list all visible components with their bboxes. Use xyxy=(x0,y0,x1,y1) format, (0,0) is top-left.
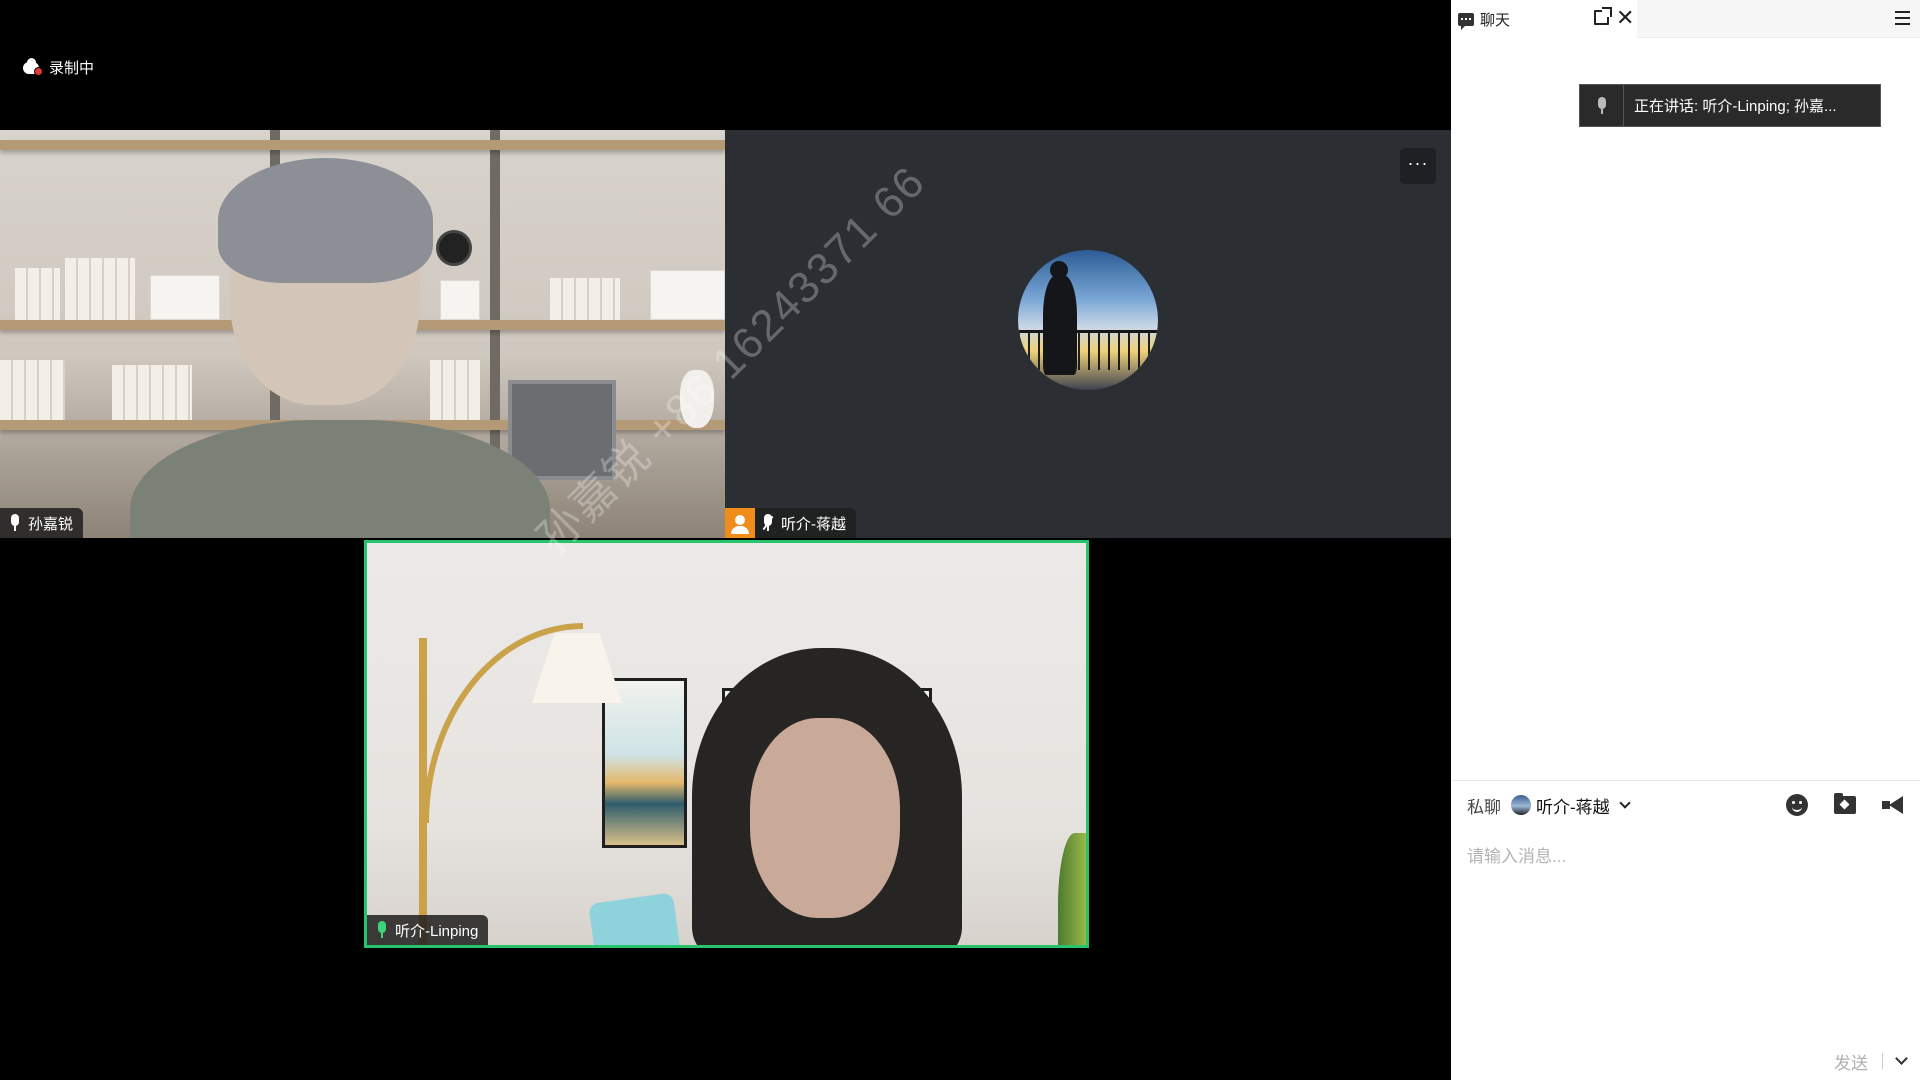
microphone-icon xyxy=(1595,96,1609,115)
vase xyxy=(680,370,714,428)
participant-name-label: 听介-蒋越 xyxy=(725,508,856,538)
private-chat-label: 私聊 xyxy=(1467,797,1501,817)
message-input[interactable] xyxy=(1451,829,1920,867)
participant-name: 听介-Linping xyxy=(395,922,479,940)
send-options-chevron-icon[interactable] xyxy=(1895,1052,1908,1065)
participant-name: 孙嘉锐 xyxy=(28,515,74,533)
camera-feed xyxy=(367,543,1086,945)
participant-name-label: 听介-Linping xyxy=(367,915,489,945)
send-row: 发送 xyxy=(1834,1046,1908,1076)
close-icon[interactable]: ✕ xyxy=(1616,5,1634,31)
cloud-record-icon xyxy=(23,57,43,76)
more-options-button[interactable]: ··· xyxy=(1400,148,1436,184)
emoji-icon[interactable] xyxy=(1786,794,1808,816)
chat-message-list xyxy=(1451,38,1920,780)
popout-icon[interactable] xyxy=(1594,7,1612,25)
video-tile-1[interactable]: 孙嘉锐 xyxy=(0,130,725,538)
chat-panel: 聊天 ✕ 正在讲话: 听介-Linping; 孙嘉... 私聊 听介-蒋越 请输… xyxy=(1451,0,1920,1080)
compose-toolbar: 私聊 听介-蒋越 xyxy=(1451,781,1920,829)
speaking-text: 正在讲话: 听介-Linping; 孙嘉... xyxy=(1634,98,1837,115)
microphone-icon xyxy=(8,514,22,532)
file-folder-icon[interactable] xyxy=(1834,793,1856,814)
recipient-name: 听介-蒋越 xyxy=(1536,797,1610,817)
speaking-indicator: 正在讲话: 听介-Linping; 孙嘉... xyxy=(1579,84,1881,127)
chevron-down-icon xyxy=(1619,797,1631,809)
participant-avatar xyxy=(1018,250,1158,390)
participant-video-person xyxy=(692,648,962,945)
tab-chat[interactable]: 聊天 ✕ xyxy=(1451,0,1637,38)
camera-feed xyxy=(0,130,725,538)
chat-header: 聊天 ✕ xyxy=(1451,0,1920,38)
microphone-speaking-icon xyxy=(375,921,389,939)
send-button[interactable]: 发送 xyxy=(1834,1049,1868,1074)
participant-video-person xyxy=(130,158,550,538)
compose-area: 私聊 听介-蒋越 发送 xyxy=(1451,780,1920,1080)
megaphone-icon[interactable] xyxy=(1882,796,1904,814)
microphone-muted-icon xyxy=(761,514,775,532)
user-icon xyxy=(725,508,755,538)
video-area: 录制中 孙嘉锐 ··· 听介-蒋越 听介-Linping 孙嘉锐 +86 162… xyxy=(0,0,1451,1080)
recipient-avatar xyxy=(1511,795,1531,815)
recording-label: 录制中 xyxy=(49,60,95,77)
plant xyxy=(1058,833,1086,945)
menu-icon[interactable] xyxy=(1895,11,1910,25)
participant-name-label: 孙嘉锐 xyxy=(0,508,84,538)
chat-tab-label: 聊天 xyxy=(1480,11,1511,29)
video-tile-2[interactable]: ··· 听介-蒋越 xyxy=(725,130,1451,538)
chat-bubble-icon xyxy=(1458,12,1474,30)
recording-indicator: 录制中 xyxy=(23,57,94,78)
video-tile-active-speaker[interactable]: 听介-Linping xyxy=(364,540,1089,948)
recipient-selector[interactable]: 听介-蒋越 xyxy=(1511,793,1631,818)
participant-name: 听介-蒋越 xyxy=(781,515,846,533)
